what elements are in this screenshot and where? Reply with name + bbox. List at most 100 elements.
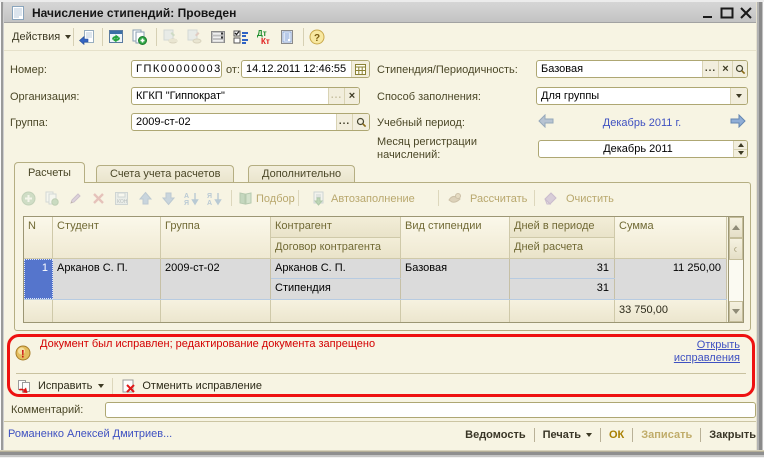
sort-descending-icon: Я А	[207, 191, 222, 206]
sort-ascending-icon: А Я	[184, 191, 199, 206]
title-bar: Начисление стипендий: Проведен	[2, 2, 761, 23]
cell-student[interactable]: Арканов С. П.	[53, 259, 161, 299]
separator	[112, 378, 113, 394]
clear-icon: ×	[349, 91, 355, 102]
window-frame	[756, 2, 764, 458]
refresh-form-icon[interactable]	[108, 29, 124, 45]
group-value: 2009-ст-02	[132, 114, 336, 130]
column-header-days-period[interactable]: Дней в периоде	[510, 217, 615, 238]
cell-contractor[interactable]: Арканов С. П.	[271, 259, 401, 279]
help-icon[interactable]: ?	[309, 29, 325, 45]
spinner-up-icon	[738, 143, 744, 147]
related-documents-icon[interactable]	[279, 29, 295, 45]
svg-text:!: !	[21, 349, 25, 361]
responsible-link[interactable]: Романенко Алексей Дмитриев...	[8, 428, 172, 440]
group-input[interactable]: 2009-ст-02 ...	[131, 113, 370, 131]
ellipsis-icon: ...	[331, 91, 342, 101]
stipend-select-button[interactable]: ...	[702, 61, 718, 77]
window-frame	[0, 450, 764, 458]
tab-scheta-ucheta[interactable]: Счета учета расчетов	[96, 165, 234, 183]
document-list-icon[interactable]	[210, 29, 226, 45]
row-number-cell[interactable]: 1	[24, 259, 53, 299]
arrow-left-icon	[538, 114, 554, 128]
fill-method-value: Для группы	[537, 88, 730, 104]
ellipsis-icon: ...	[705, 64, 716, 74]
scrollbar-thumb[interactable]	[729, 238, 743, 260]
copy-icon[interactable]	[131, 29, 147, 45]
stipend-clear-button[interactable]: ×	[718, 61, 732, 77]
debit-credit-icon[interactable]: Дт Кт	[256, 29, 272, 45]
warning-icon: !	[15, 345, 31, 361]
calendar-button[interactable]	[351, 61, 369, 77]
cell-sum[interactable]: 11 250,00	[615, 259, 727, 299]
reg-month-input[interactable]: Декабрь 2011	[538, 140, 748, 158]
move-down-icon	[161, 191, 176, 206]
link-line2: исправления	[674, 352, 740, 364]
column-header-sum[interactable]: Сумма	[615, 217, 727, 259]
footer-cell	[510, 300, 615, 322]
post-document-icon	[162, 29, 178, 45]
arrow-up-icon	[732, 225, 740, 230]
study-period-value[interactable]: Декабрь 2011 г.	[560, 117, 724, 129]
date-input[interactable]: 14.12.2011 12:46:55	[241, 60, 370, 78]
column-header-days-calc[interactable]: Дней расчета	[510, 238, 615, 259]
fill-method-dropdown-button[interactable]	[730, 88, 747, 104]
tab-raschety[interactable]: Расчеты	[14, 162, 85, 183]
svg-text:КОН: КОН	[117, 199, 128, 205]
svg-text:А: А	[184, 193, 189, 200]
cell-kind[interactable]: Базовая	[401, 259, 510, 299]
ok-button[interactable]: ОК	[609, 429, 624, 441]
cancel-fix-button[interactable]: Отменить исправление	[142, 380, 262, 392]
sheet-button[interactable]: Ведомость	[465, 429, 525, 441]
tab-page: КОН А Я Я А Подбор Авто	[14, 182, 751, 331]
comment-input[interactable]	[105, 402, 756, 418]
stipend-input[interactable]: Базовая ... ×	[536, 60, 748, 78]
number-input[interactable]: ГПК00000003	[131, 60, 222, 78]
group-open-button[interactable]	[352, 114, 369, 130]
actions-menu-button[interactable]: Действия	[6, 26, 77, 48]
print-button[interactable]: Печать	[543, 429, 592, 441]
column-header-num[interactable]: N	[24, 217, 53, 259]
tab-dopolnitelno[interactable]: Дополнительно	[248, 165, 355, 183]
delete-row-icon	[91, 191, 106, 206]
svg-text:А: А	[207, 200, 212, 206]
close-form-button[interactable]: Закрыть	[709, 429, 756, 441]
reread-icon[interactable]	[79, 29, 95, 45]
cell-days-calc[interactable]: 31	[510, 279, 615, 299]
fill-method-select[interactable]: Для группы	[536, 87, 748, 105]
column-header-group[interactable]: Группа	[161, 217, 271, 259]
vertical-scrollbar[interactable]	[728, 217, 743, 322]
tab-label: Дополнительно	[262, 168, 341, 180]
close-button[interactable]	[739, 6, 753, 20]
scroll-up-button[interactable]	[729, 217, 743, 238]
movements-icon[interactable]	[233, 29, 249, 45]
maximize-button[interactable]	[720, 6, 734, 20]
column-header-contract[interactable]: Договор контрагента	[271, 238, 401, 259]
stipend-open-button[interactable]	[732, 61, 747, 77]
end-edit-icon: КОН	[114, 191, 129, 206]
autofill-button: Автозаполнение	[331, 193, 415, 205]
column-header-contractor[interactable]: Контрагент	[271, 217, 401, 238]
organization-input[interactable]: КГКП "Гиппократ" ... ×	[131, 87, 360, 105]
reg-month-value: Декабрь 2011	[539, 141, 733, 157]
organization-select-button[interactable]: ...	[328, 88, 344, 104]
calendar-icon	[355, 64, 366, 75]
minimize-button[interactable]	[701, 6, 715, 20]
tab-label: Расчеты	[28, 167, 71, 179]
open-corrections-link[interactable]: Открыть исправления	[674, 339, 740, 365]
group-select-button[interactable]: ...	[336, 114, 352, 130]
scroll-down-button[interactable]	[729, 301, 743, 322]
cell-contract[interactable]: Стипендия	[271, 279, 401, 299]
next-period-button[interactable]	[728, 112, 748, 130]
organization-clear-button[interactable]: ×	[344, 88, 359, 104]
column-header-kind[interactable]: Вид стипендии	[401, 217, 510, 259]
column-header-student[interactable]: Студент	[53, 217, 161, 259]
separator	[700, 428, 701, 442]
reg-month-spinner[interactable]	[733, 141, 747, 157]
toolbar-separator	[438, 190, 439, 206]
cell-days-period[interactable]: 31	[510, 259, 615, 279]
save-button[interactable]: Записать	[641, 429, 692, 441]
fix-button[interactable]: Исправить	[38, 380, 92, 392]
previous-period-button[interactable]	[536, 112, 556, 130]
cell-group[interactable]: 2009-ст-02	[161, 259, 271, 299]
